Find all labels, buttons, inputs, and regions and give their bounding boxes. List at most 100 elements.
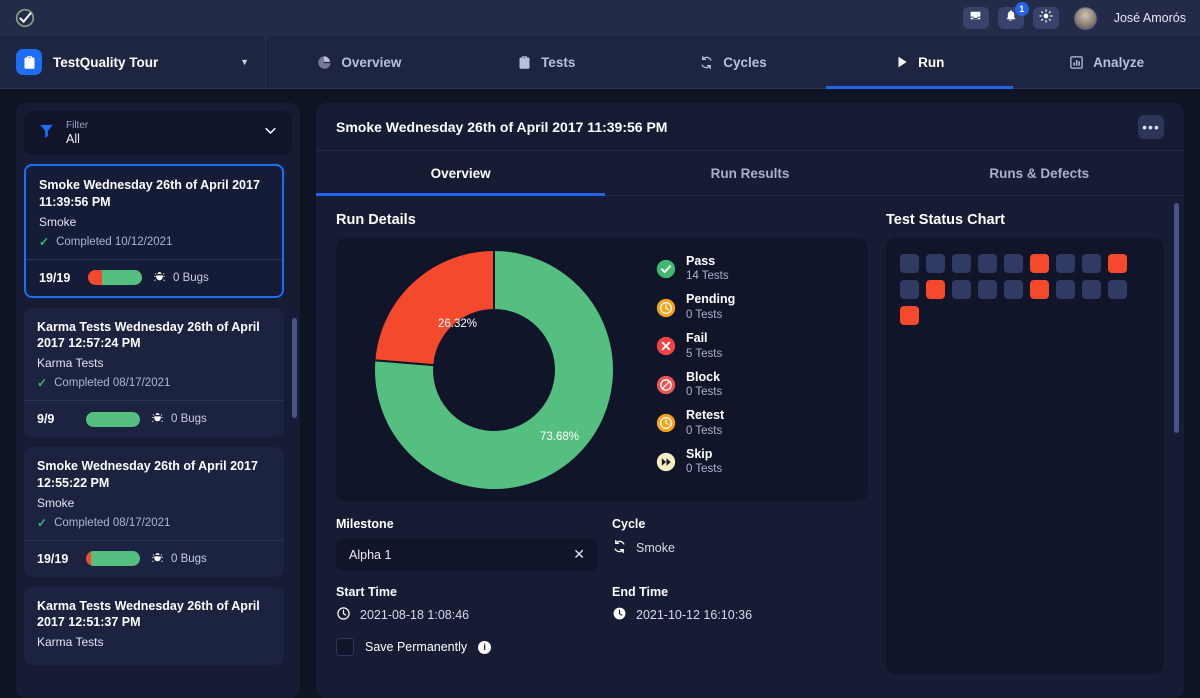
bug-icon [151, 411, 164, 427]
legend-label: Pass [686, 253, 716, 268]
sun-icon [1039, 8, 1053, 28]
skip-forward-circle-icon [656, 452, 676, 472]
info-icon[interactable]: i [478, 640, 492, 654]
legend-item-block: Block 0 Tests [656, 370, 860, 401]
progress-pass-segment [91, 551, 140, 566]
theme-toggle-button[interactable] [1032, 7, 1059, 29]
run-card-body: Karma Tests Wednesday 26th of April 2017… [24, 587, 284, 666]
status-cell[interactable] [1082, 280, 1101, 299]
main-navigation: TestQuality Tour ▼ Overview Tests Cycles… [0, 36, 1200, 89]
status-cell[interactable] [1056, 254, 1075, 273]
status-cell[interactable] [1030, 280, 1049, 299]
page-title: Smoke Wednesday 26th of April 2017 11:39… [336, 118, 668, 135]
nav-tab-cycles[interactable]: Cycles [640, 36, 827, 88]
runs-sidebar: Filter All Smoke Wednesday 26th of April… [16, 103, 300, 698]
run-card-title: Karma Tests Wednesday 26th of April 2017… [37, 598, 260, 630]
milestone-value: Alpha 1 [349, 547, 392, 562]
filter-dropdown[interactable]: Filter All [24, 111, 292, 155]
project-selector[interactable]: TestQuality Tour ▼ [0, 36, 266, 88]
ellipsis-icon[interactable]: ••• [1138, 114, 1164, 139]
panel-scrollbar[interactable] [1174, 203, 1179, 433]
run-card-subtitle: Karma Tests [37, 356, 104, 370]
notification-badge: 1 [1014, 2, 1029, 16]
run-meta-fields: Milestone Alpha 1 ✕ Cycle Smoke Start Ti… [336, 517, 868, 656]
inbox-icon [969, 9, 982, 27]
status-cell[interactable] [1108, 280, 1127, 299]
status-cell[interactable] [900, 280, 919, 299]
nav-tab-analyze[interactable]: Analyze [1013, 36, 1200, 88]
save-permanently-checkbox[interactable] [336, 638, 354, 656]
legend-item-pending: Pending 0 Tests [656, 292, 860, 323]
close-x-icon[interactable]: ✕ [573, 546, 585, 563]
run-card-status: ✓ Completed 08/17/2021 [37, 376, 271, 390]
tab-overview[interactable]: Overview [316, 151, 606, 196]
milestone-field: Milestone Alpha 1 ✕ [336, 517, 612, 571]
username-label: José Amorós [1113, 11, 1186, 25]
tab-runs-and-defects[interactable]: Runs & Defects [895, 151, 1184, 195]
test-status-card [886, 238, 1164, 674]
milestone-select[interactable]: Alpha 1 ✕ [336, 538, 598, 571]
status-cell[interactable] [952, 280, 971, 299]
status-cell[interactable] [1056, 280, 1075, 299]
top-bar: 1 José Amorós [0, 0, 1200, 36]
clipboard-check-icon [517, 55, 532, 70]
status-cell[interactable] [1108, 254, 1127, 273]
nav-tab-tests[interactable]: Tests [453, 36, 640, 88]
retest-circle-icon [656, 413, 676, 433]
status-cell[interactable] [926, 280, 945, 299]
x-circle-icon [656, 336, 676, 356]
end-time-value-row: 2021-10-12 16:10:36 [612, 606, 868, 624]
nav-tab-overview[interactable]: Overview [266, 36, 453, 88]
chevron-down-icon[interactable]: ▼ [240, 57, 249, 67]
notifications-button[interactable]: 1 [997, 2, 1029, 29]
check-icon: ✓ [37, 376, 48, 390]
run-card[interactable]: Karma Tests Wednesday 26th of April 2017… [24, 307, 284, 437]
legend-item-pass: Pass 14 Tests [656, 254, 860, 285]
status-cell[interactable] [978, 254, 997, 273]
test-status-grid [900, 254, 1150, 325]
panel-header: Smoke Wednesday 26th of April 2017 11:39… [316, 103, 1184, 150]
filter-value: All [66, 131, 80, 146]
chevron-down-icon[interactable] [263, 123, 278, 143]
run-card-ratio: 9/9 [37, 412, 55, 426]
check-circle-logo[interactable] [14, 7, 36, 29]
status-cell[interactable] [900, 306, 919, 325]
status-cell[interactable] [1004, 254, 1023, 273]
run-card[interactable]: Karma Tests Wednesday 26th of April 2017… [24, 586, 284, 666]
panel-tabs: Overview Run Results Runs & Defects [316, 150, 1184, 196]
status-cell[interactable] [1030, 254, 1049, 273]
status-cell[interactable] [926, 254, 945, 273]
status-cell[interactable] [978, 280, 997, 299]
status-cell[interactable] [952, 254, 971, 273]
bug-count: 0 Bugs [171, 552, 207, 565]
run-card[interactable]: Smoke Wednesday 26th of April 2017 12:55… [24, 447, 284, 577]
run-details-chart-card: 26.32% 73.68% Pass 14 Tests Pending 0 Te… [336, 238, 868, 501]
run-card-subtitle: Smoke [39, 214, 77, 229]
run-card-subtitle: Karma Tests [37, 635, 104, 649]
nav-tab-run[interactable]: Run [826, 36, 1013, 89]
run-card-selected[interactable]: Smoke Wednesday 26th of April 2017 11:39… [24, 164, 284, 298]
check-icon: ✓ [39, 234, 50, 249]
status-cell[interactable] [900, 254, 919, 273]
save-permanently-row[interactable]: Save Permanently i [336, 638, 868, 656]
avatar[interactable] [1073, 6, 1097, 30]
legend-item-retest: Retest 0 Tests [656, 408, 860, 439]
bug-icon [151, 551, 164, 567]
legend-count: 0 Tests [686, 424, 723, 437]
inbox-button[interactable] [962, 7, 989, 29]
end-time-field: End Time 2021-10-12 16:10:36 [612, 585, 868, 624]
runs-list[interactable]: Smoke Wednesday 26th of April 2017 11:39… [24, 164, 292, 698]
run-card-bugs: 0 Bugs [151, 411, 207, 427]
legend-count: 0 Tests [686, 386, 723, 399]
refresh-cycle-icon [699, 55, 714, 70]
sidebar-scrollbar[interactable] [292, 318, 297, 418]
run-details-heading: Run Details [336, 212, 416, 228]
filter-label: Filter [66, 120, 89, 132]
tab-run-results[interactable]: Run Results [605, 151, 894, 195]
status-cell[interactable] [1004, 280, 1023, 299]
status-cell[interactable] [1082, 254, 1101, 273]
nav-tab-label: Cycles [723, 54, 767, 70]
run-card-status-text: Completed 08/17/2021 [54, 377, 171, 389]
run-card-status: ✓ Completed 10/12/2021 [39, 235, 269, 249]
run-card-subtitle: Smoke [37, 495, 75, 510]
